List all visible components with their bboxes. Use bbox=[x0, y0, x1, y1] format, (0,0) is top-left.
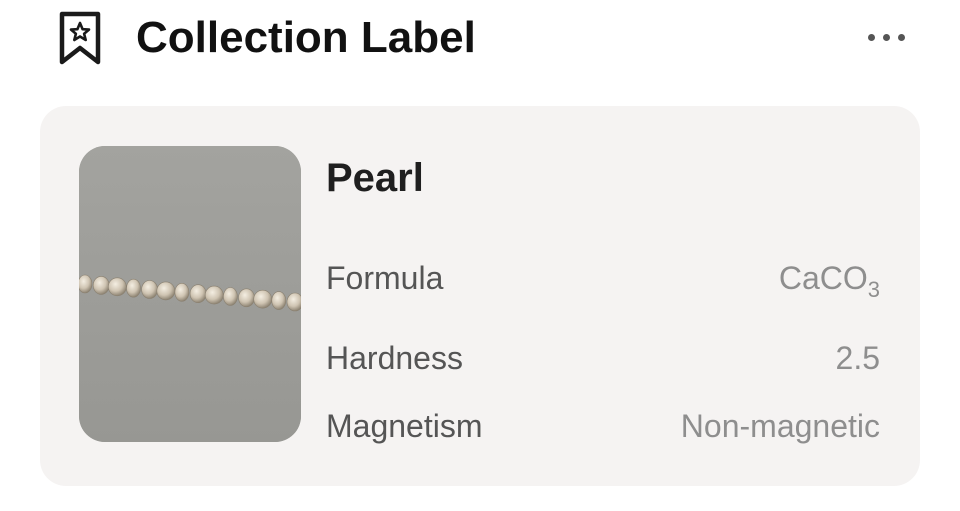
property-row-formula: Formula CaCO3 bbox=[326, 256, 880, 302]
specimen-image[interactable] bbox=[79, 146, 301, 442]
pearl-bead bbox=[126, 278, 141, 298]
page-title: Collection Label bbox=[136, 13, 476, 62]
property-value: CaCO3 bbox=[778, 260, 880, 302]
pearl-bead bbox=[204, 285, 224, 305]
pearl-bead bbox=[174, 283, 190, 302]
pearl-bead bbox=[271, 291, 287, 310]
pearl-strand-photo bbox=[79, 146, 301, 442]
property-row-magnetism: Magnetism Non-magnetic bbox=[326, 404, 880, 448]
pearl-bead bbox=[107, 277, 127, 297]
pearl-bead bbox=[141, 280, 158, 299]
property-row-hardness: Hardness 2.5 bbox=[326, 336, 880, 380]
property-value: Non-magnetic bbox=[680, 408, 880, 444]
pearl-bead bbox=[79, 274, 93, 294]
pearl-bead bbox=[92, 276, 110, 295]
property-label: Magnetism bbox=[326, 408, 483, 444]
pearl-bead bbox=[238, 288, 255, 308]
more-horizontal-icon bbox=[867, 33, 875, 41]
header: Collection Label bbox=[0, 0, 960, 80]
pearl-bead bbox=[189, 284, 207, 303]
property-label: Hardness bbox=[326, 340, 463, 376]
collection-label-page: Collection Label Pearl Formula CaCO3 Har… bbox=[0, 0, 960, 511]
property-label: Formula bbox=[326, 260, 444, 296]
specimen-name: Pearl bbox=[326, 156, 424, 200]
pearl-bead bbox=[286, 292, 301, 312]
pearl-bead bbox=[223, 287, 238, 306]
more-options-button[interactable] bbox=[858, 22, 914, 52]
pearl-bead bbox=[156, 281, 176, 301]
pearl-bead bbox=[253, 289, 272, 309]
specimen-card[interactable]: Pearl Formula CaCO3 Hardness 2.5 Magneti… bbox=[40, 106, 920, 486]
property-value: 2.5 bbox=[835, 340, 880, 376]
bookmark-star-icon bbox=[58, 10, 102, 66]
